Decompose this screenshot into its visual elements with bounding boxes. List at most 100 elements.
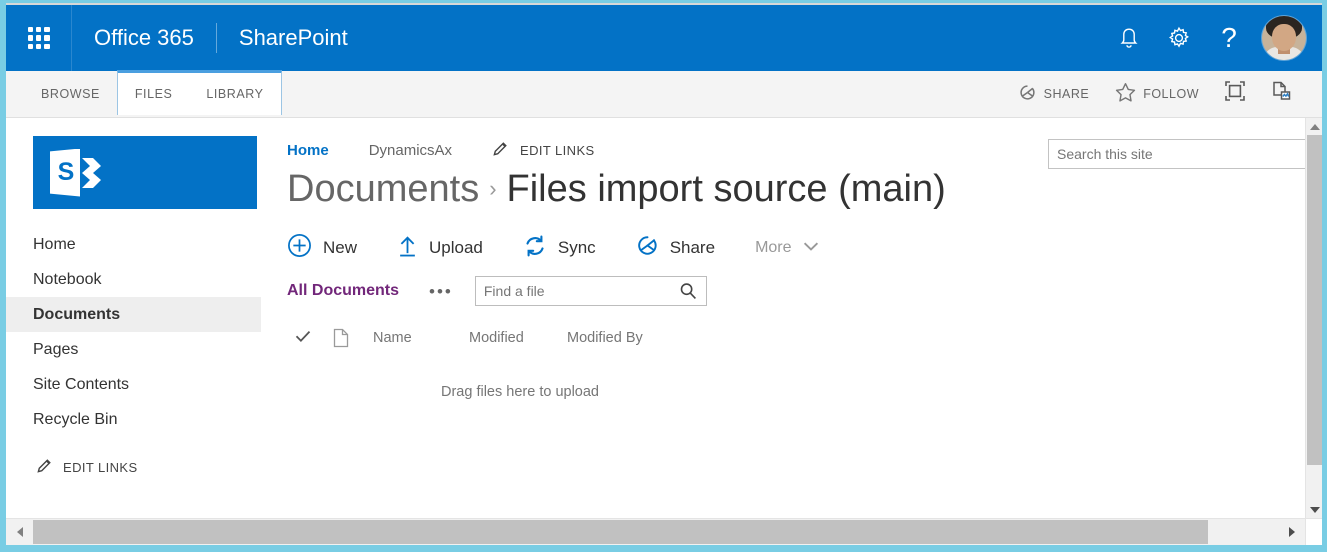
sidebar-item-label: Home (33, 235, 76, 253)
browser-frame: Office 365 SharePoint ? BROWSE FILES LIB… (0, 0, 1327, 552)
page-title-current: Files import source (main) (506, 168, 946, 210)
sidebar-item-label: Notebook (33, 270, 102, 288)
share-label: SHARE (1043, 86, 1090, 101)
sharepoint-link[interactable]: SharePoint (217, 5, 370, 71)
current-view-name[interactable]: All Documents (287, 282, 399, 300)
ribbon-tab-browse[interactable]: BROWSE (24, 70, 117, 117)
sidebar-item-label: Recycle Bin (33, 410, 118, 428)
follow-button[interactable]: FOLLOW (1102, 82, 1212, 105)
find-a-file-box[interactable] (474, 276, 707, 306)
share-command-button[interactable]: Share (636, 234, 755, 262)
focus-on-content-button[interactable] (1212, 80, 1258, 107)
scroll-left-button[interactable] (6, 519, 33, 545)
topnav-edit-links-button[interactable]: EDIT LINKS (492, 140, 635, 160)
more-button[interactable]: More (755, 239, 858, 257)
site-search-input[interactable] (1049, 140, 1309, 168)
command-bar: New Upload Sync Share More (261, 211, 1322, 263)
page-sync-button[interactable] (1258, 80, 1304, 107)
page-body: S Home Notebook Documents Pages Site Con… (6, 118, 1322, 518)
list-column-headers: Name Modified Modified By (261, 306, 1322, 348)
triangle-up-icon (1309, 123, 1320, 130)
settings-button[interactable] (1154, 5, 1204, 71)
suite-bar-actions: ? (1104, 5, 1322, 71)
sidebar-item-home[interactable]: Home (6, 227, 261, 262)
site-logo-tile[interactable]: S (33, 136, 257, 209)
topnav-item-home[interactable]: Home (287, 142, 369, 159)
share-button[interactable]: SHARE (1005, 83, 1103, 105)
share-icon (1018, 83, 1037, 105)
horizontal-scrollbar[interactable] (6, 518, 1322, 545)
avatar-face (1272, 24, 1296, 51)
vertical-scrollbar[interactable] (1305, 118, 1322, 518)
scrollbar-corner (1305, 519, 1322, 545)
gear-icon (1167, 26, 1191, 50)
sidebar-item-notebook[interactable]: Notebook (6, 262, 261, 297)
ribbon-tab-files[interactable]: FILES (118, 73, 190, 115)
site-search-box[interactable] (1048, 139, 1310, 169)
main-content: Home DynamicsAx EDIT LINKS Documents›Fi (261, 118, 1322, 518)
topnav-item-dynamicsax[interactable]: DynamicsAx (369, 142, 492, 159)
star-icon (1115, 82, 1136, 105)
find-a-file-input[interactable] (475, 277, 679, 305)
more-label: More (755, 239, 792, 256)
follow-label: FOLLOW (1143, 86, 1199, 101)
upload-button[interactable]: Upload (397, 234, 523, 263)
scroll-right-button[interactable] (1278, 519, 1305, 545)
question-mark-icon: ? (1221, 22, 1237, 53)
view-selector-bar: All Documents ••• (261, 263, 1322, 306)
vertical-scroll-thumb[interactable] (1307, 135, 1322, 465)
upload-label: Upload (429, 238, 483, 257)
document-icon (333, 328, 373, 348)
column-header-name[interactable]: Name (373, 330, 469, 346)
sharepoint-logo-chevron (82, 157, 101, 188)
plus-circle-icon (287, 233, 312, 263)
sidebar-item-label: Site Contents (33, 375, 130, 393)
horizontal-scroll-thumb[interactable] (33, 520, 1208, 544)
quick-launch-items: Home Notebook Documents Pages Site Conte… (6, 227, 261, 437)
quick-launch-nav: S Home Notebook Documents Pages Site Con… (6, 118, 261, 518)
sidebar-edit-links-label: EDIT LINKS (63, 459, 138, 475)
ribbon-tab-list: BROWSE FILES LIBRARY (6, 70, 282, 117)
app-launcher-icon (27, 27, 50, 49)
page-viewport: Office 365 SharePoint ? BROWSE FILES LIB… (6, 3, 1322, 545)
horizontal-scroll-track[interactable] (33, 519, 1278, 545)
scroll-down-button[interactable] (1306, 501, 1322, 518)
topnav-edit-links-label: EDIT LINKS (520, 142, 595, 158)
page-sync-icon (1270, 80, 1292, 107)
sidebar-edit-links-button[interactable]: EDIT LINKS (6, 457, 261, 477)
page-title-separator: › (489, 176, 497, 201)
new-button[interactable]: New (287, 233, 397, 263)
sidebar-item-pages[interactable]: Pages (6, 332, 261, 367)
column-header-modified-by[interactable]: Modified By (567, 330, 643, 346)
avatar[interactable] (1262, 16, 1306, 60)
scroll-up-button[interactable] (1306, 118, 1322, 135)
column-header-modified[interactable]: Modified (469, 330, 567, 346)
sync-button[interactable]: Sync (523, 234, 636, 263)
sync-label: Sync (557, 238, 596, 257)
sidebar-item-label: Documents (33, 305, 121, 323)
sidebar-item-documents[interactable]: Documents (6, 297, 261, 332)
select-all-checkmark[interactable] (295, 329, 333, 347)
share-command-label: Share (669, 238, 716, 257)
view-options-ellipsis[interactable]: ••• (399, 283, 475, 300)
bell-icon (1118, 26, 1140, 50)
page-title-parent[interactable]: Documents (287, 168, 479, 210)
sidebar-item-site-contents[interactable]: Site Contents (6, 367, 261, 402)
notifications-button[interactable] (1104, 5, 1154, 71)
ribbon-contextual-tab-group: FILES LIBRARY (116, 70, 282, 115)
sidebar-item-label: Pages (33, 340, 79, 358)
help-button[interactable]: ? (1204, 5, 1254, 71)
drag-files-dropzone[interactable]: Drag files here to upload (261, 348, 1322, 400)
sync-icon (523, 234, 547, 263)
focus-on-content-icon (1224, 80, 1246, 107)
office365-suite-bar: Office 365 SharePoint ? (6, 5, 1322, 71)
sidebar-item-recycle-bin[interactable]: Recycle Bin (6, 402, 261, 437)
app-launcher-button[interactable] (6, 5, 72, 71)
dropzone-message: Drag files here to upload (441, 384, 599, 400)
triangle-right-icon (1288, 527, 1295, 537)
ribbon-actions: SHARE FOLLOW (1005, 70, 1322, 117)
ribbon-tab-library[interactable]: LIBRARY (189, 73, 280, 115)
sharepoint-logo-icon: S (50, 148, 110, 197)
office365-link[interactable]: Office 365 (72, 5, 216, 71)
magnifier-icon[interactable] (679, 282, 706, 300)
